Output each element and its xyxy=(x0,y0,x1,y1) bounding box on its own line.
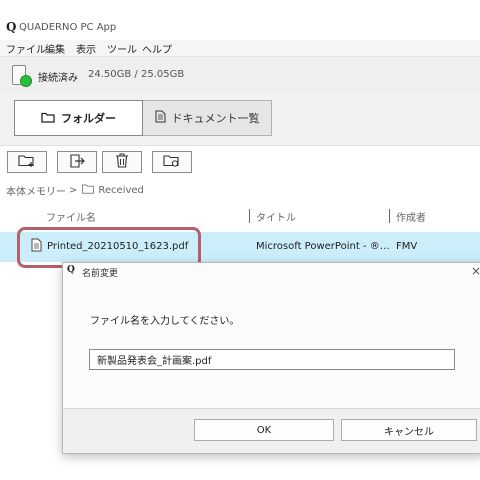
tab-folder[interactable]: フォルダー xyxy=(14,100,143,136)
app-logo-icon: Q xyxy=(6,20,17,34)
dialog-title: 名前変更 xyxy=(82,269,119,279)
trash-icon xyxy=(115,153,129,171)
column-divider[interactable] xyxy=(249,209,250,223)
dialog-app-icon: Q xyxy=(67,265,75,275)
filename-input[interactable] xyxy=(89,349,455,370)
move-out-button[interactable] xyxy=(57,151,97,173)
folder-icon xyxy=(41,111,61,126)
breadcrumb-separator: > xyxy=(69,185,78,196)
tab-folder-label: フォルダー xyxy=(61,112,116,125)
tab-documents[interactable]: ドキュメント一覧 xyxy=(143,100,272,136)
connected-indicator-icon xyxy=(20,75,32,87)
ok-button[interactable]: OK xyxy=(194,419,334,441)
column-header-author[interactable]: 作成者 xyxy=(396,209,426,224)
delete-button[interactable] xyxy=(102,151,142,173)
move-out-icon xyxy=(69,153,85,171)
close-icon[interactable]: × xyxy=(471,264,480,278)
new-folder-icon xyxy=(18,154,36,171)
breadcrumb-root[interactable]: 本体メモリー xyxy=(6,183,66,198)
breadcrumb-folder-icon xyxy=(82,184,98,197)
column-divider[interactable] xyxy=(389,209,390,223)
sync-folder-icon xyxy=(163,154,181,171)
menu-help[interactable]: ヘルプ xyxy=(142,41,172,56)
tab-documents-label: ドキュメント一覧 xyxy=(171,112,260,125)
file-title-cell: Microsoft PowerPoint - ®… xyxy=(256,241,390,252)
new-folder-button[interactable] xyxy=(7,151,47,173)
menu-edit[interactable]: 編集 xyxy=(45,41,65,56)
file-author-cell: FMV xyxy=(396,241,418,252)
breadcrumb: 本体メモリー > Received xyxy=(6,183,144,198)
app-title: QUADERNO PC App xyxy=(19,22,117,33)
cancel-button[interactable]: キャンセル xyxy=(341,419,477,441)
column-header-filename[interactable]: ファイル名 xyxy=(46,209,96,224)
menu-tools[interactable]: ツール xyxy=(107,41,137,56)
document-list-icon xyxy=(155,110,172,126)
breadcrumb-current: Received xyxy=(98,185,144,196)
title-bar xyxy=(0,0,480,40)
column-header-title[interactable]: タイトル xyxy=(256,209,296,224)
connection-status: 接続済み xyxy=(38,73,78,84)
dialog-title-bar[interactable] xyxy=(62,262,480,282)
dialog-prompt: ファイル名を入力してください。 xyxy=(90,316,240,327)
menu-bar xyxy=(0,40,480,57)
menu-file[interactable]: ファイル xyxy=(6,41,46,56)
menu-view[interactable]: 表示 xyxy=(76,41,96,56)
storage-usage: 24.50GB / 25.05GB xyxy=(88,69,185,80)
sync-folder-button[interactable] xyxy=(152,151,192,173)
